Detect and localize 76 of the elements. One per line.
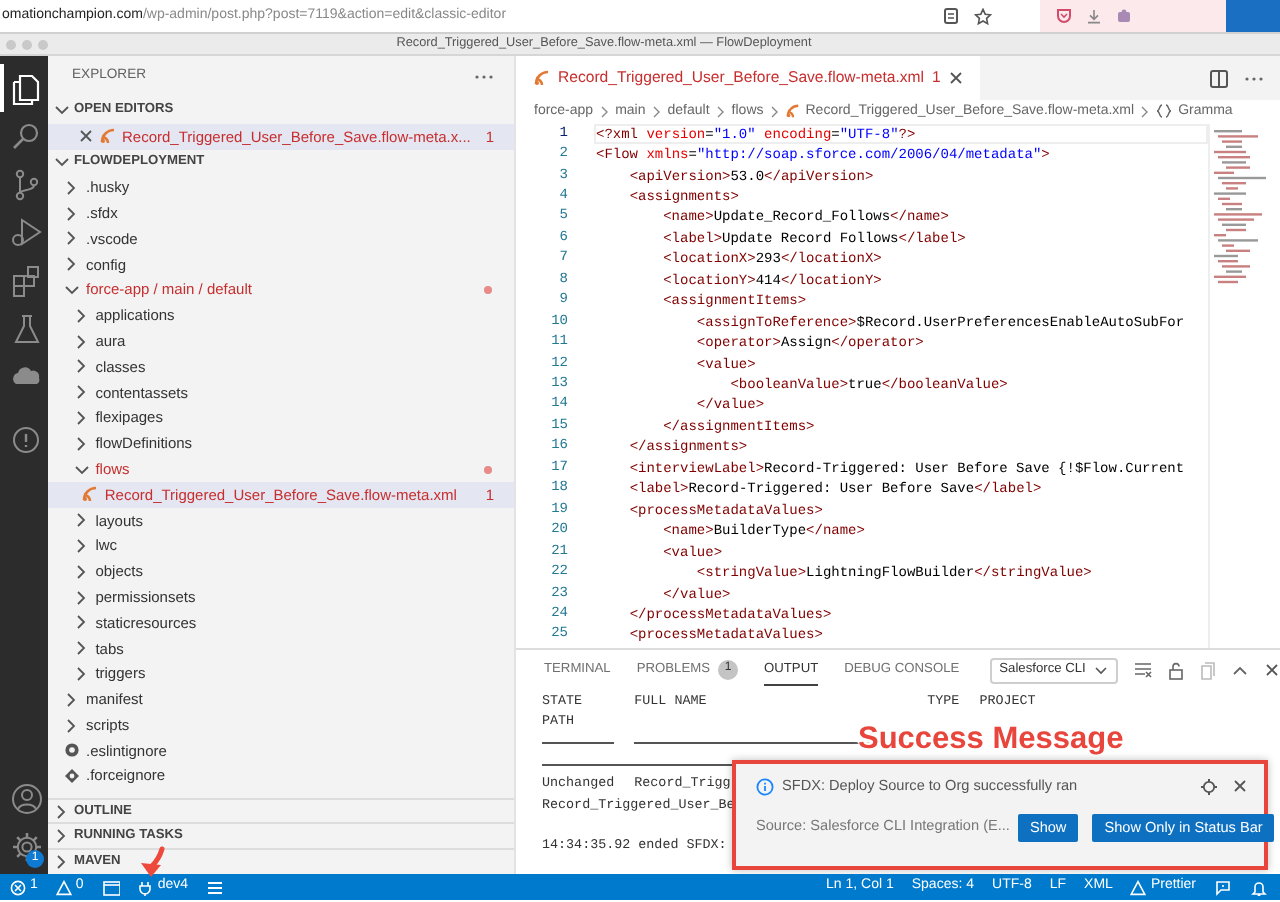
chevron-icon[interactable] [64, 281, 80, 298]
account-icon[interactable] [9, 781, 43, 815]
chevron-icon[interactable] [73, 589, 90, 606]
error-dot [484, 285, 492, 294]
chevron-icon[interactable] [73, 512, 90, 529]
close-icon[interactable] [1264, 662, 1280, 679]
list-icon[interactable] [206, 879, 224, 895]
files-icon[interactable] [9, 71, 43, 105]
info-icon[interactable] [9, 423, 43, 457]
circle-file-icon [64, 742, 80, 759]
chevron-icon[interactable] [54, 153, 70, 170]
error-dot [484, 465, 492, 474]
lock-icon[interactable] [1168, 661, 1184, 680]
caret-icon [1094, 665, 1108, 676]
extensions-icon[interactable] [9, 263, 43, 297]
plug-icon [137, 879, 154, 895]
extensions-icon[interactable] [1116, 8, 1132, 24]
annotation-arrow [136, 846, 168, 878]
star-icon[interactable] [974, 7, 992, 25]
xml-file-icon [534, 70, 550, 86]
chevron-icon[interactable] [73, 614, 90, 631]
bell-icon[interactable] [1250, 879, 1268, 895]
close-icon[interactable] [948, 70, 965, 86]
chevron-icon[interactable] [64, 205, 80, 222]
chevron-icon [715, 105, 726, 118]
run-debug-icon[interactable] [9, 215, 43, 249]
chevron-icon[interactable] [73, 640, 90, 657]
chevron-icon[interactable] [73, 384, 90, 401]
error-icon [10, 879, 26, 895]
chevron-icon [769, 105, 780, 118]
info-icon [756, 777, 774, 796]
flask-icon[interactable] [9, 311, 43, 345]
chevron-icon [1140, 105, 1151, 118]
chevron-icon[interactable] [73, 665, 90, 682]
xml-file-icon [785, 104, 800, 119]
chevron-icon[interactable] [64, 717, 80, 734]
chevron-icon [599, 105, 610, 118]
braces-icon [1156, 104, 1173, 119]
pocket-icon[interactable] [1056, 8, 1072, 24]
diamond-file-icon [64, 768, 80, 785]
window-icon[interactable] [101, 879, 120, 895]
search-icon[interactable] [9, 119, 43, 153]
more-icon[interactable] [474, 74, 494, 80]
chevron-icon[interactable] [73, 409, 90, 426]
annotation-label: Success Message [858, 719, 1124, 760]
chevron-icon[interactable] [54, 102, 70, 119]
chevron-icon[interactable] [54, 828, 70, 845]
xml-file-icon [82, 486, 99, 503]
download-icon[interactable] [1086, 8, 1102, 24]
chevron-icon[interactable] [73, 307, 90, 324]
feedback-icon[interactable] [1214, 879, 1232, 895]
close-icon[interactable] [78, 128, 94, 145]
maximize-icon[interactable] [1232, 664, 1248, 677]
chevron-icon[interactable] [73, 537, 90, 554]
warning-icon [55, 879, 72, 895]
warning-icon [1130, 879, 1147, 895]
clear-output-icon[interactable] [1134, 662, 1152, 679]
chevron-icon[interactable] [73, 358, 90, 375]
chevron-icon[interactable] [64, 691, 80, 708]
xml-file-icon [100, 128, 116, 145]
chevron-icon[interactable] [64, 256, 80, 273]
settings-icon[interactable] [9, 829, 43, 863]
chevron-icon[interactable] [64, 179, 80, 196]
chevron-icon[interactable] [54, 854, 70, 871]
more-icon[interactable] [1244, 75, 1264, 81]
chevron-icon[interactable] [54, 803, 70, 819]
chevron-icon [651, 105, 662, 118]
reader-icon[interactable] [944, 8, 958, 24]
settings-icon[interactable] [1200, 777, 1218, 796]
close-icon[interactable] [1232, 778, 1248, 795]
split-editor-icon[interactable] [1210, 69, 1228, 87]
chevron-icon[interactable] [73, 333, 90, 350]
chevron-icon[interactable] [73, 563, 90, 580]
chevron-icon[interactable] [73, 461, 90, 478]
chevron-icon[interactable] [64, 230, 80, 247]
chevron-icon[interactable] [73, 435, 90, 452]
